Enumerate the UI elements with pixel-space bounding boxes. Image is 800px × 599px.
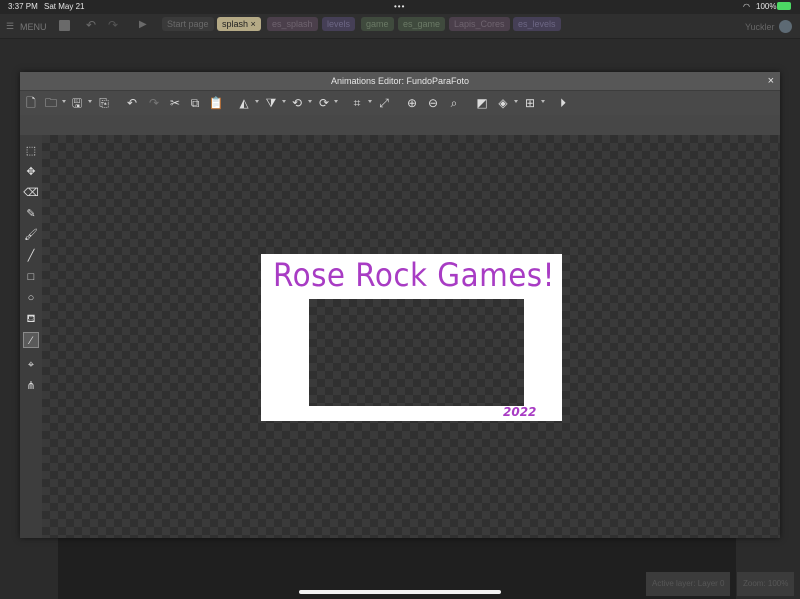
- rotate-left-menu-chevron-down-icon[interactable]: [308, 100, 312, 103]
- menu-button[interactable]: MENU: [20, 22, 47, 32]
- redo-icon[interactable]: ↷: [146, 95, 162, 111]
- battery-percent: 100%: [756, 2, 777, 11]
- paste-icon[interactable]: 📋: [208, 95, 224, 111]
- save-icon[interactable]: 🖫: [69, 95, 85, 111]
- status-date: Sat May 21: [44, 2, 85, 11]
- tab-close-icon[interactable]: ×: [251, 19, 256, 29]
- tab-lapis-cores[interactable]: Lapis_Cores: [449, 17, 510, 31]
- tab-splash[interactable]: splash ×: [217, 17, 261, 31]
- move-icon[interactable]: ✥: [23, 164, 39, 180]
- open-menu-chevron-down-icon[interactable]: [62, 100, 66, 103]
- tab-splash-label: splash: [222, 19, 249, 29]
- grid-icon[interactable]: ⊞: [522, 95, 538, 111]
- app-top-bar: ☰ MENU ↶ ↷ ▶ Start page splash × es_spla…: [0, 14, 800, 39]
- user-name[interactable]: Yuckler: [745, 22, 775, 32]
- new-file-icon[interactable]: 🗋: [23, 95, 39, 111]
- open-folder-icon[interactable]: 🗀: [43, 95, 59, 111]
- avatar[interactable]: [779, 20, 792, 33]
- zoom-status: Zoom: 100%: [737, 572, 795, 596]
- close-icon[interactable]: ×: [768, 72, 774, 90]
- resize-icon[interactable]: ⤢: [376, 95, 392, 111]
- flip-menu-chevron-down-icon[interactable]: [255, 100, 259, 103]
- save-menu-chevron-down-icon[interactable]: [88, 100, 92, 103]
- home-indicator: [299, 590, 501, 594]
- zoom-out-icon[interactable]: ⊖: [425, 95, 441, 111]
- menu-icon[interactable]: ☰: [6, 21, 14, 32]
- flip-v-menu-chevron-down-icon[interactable]: [282, 100, 286, 103]
- flip-vertical-icon[interactable]: ⧩: [263, 95, 279, 111]
- flip-horizontal-icon[interactable]: ◭: [236, 95, 252, 111]
- sprite-frame: Rose Rock Games! 2022: [261, 254, 562, 421]
- tab-levels[interactable]: levels: [322, 17, 356, 31]
- wifi-icon: ◠: [743, 2, 750, 11]
- sprite-title-text: Rose Rock Games!: [273, 256, 555, 294]
- status-time: 3:37 PM: [8, 2, 38, 11]
- layers-menu-chevron-down-icon[interactable]: [514, 100, 518, 103]
- points-icon[interactable]: ⋔: [23, 378, 39, 394]
- tab-game[interactable]: game: [361, 17, 394, 31]
- tab-es-game[interactable]: es_game: [398, 17, 446, 31]
- origin-icon[interactable]: ⌖: [23, 357, 39, 373]
- brush-icon[interactable]: 🖌: [23, 227, 39, 243]
- background-color-icon[interactable]: ◩: [474, 95, 490, 111]
- play-animation-icon[interactable]: ⏵: [555, 95, 571, 111]
- copy-icon[interactable]: ⧉: [187, 95, 203, 111]
- save-icon[interactable]: [59, 20, 70, 31]
- line-icon[interactable]: ╱: [23, 248, 39, 264]
- undo-icon[interactable]: ↶: [86, 18, 96, 32]
- editor-title-bar: Animations Editor: FundoParaFoto ×: [20, 72, 780, 90]
- rectangle-icon[interactable]: □: [23, 269, 39, 285]
- pencil-icon[interactable]: ✎: [23, 206, 39, 222]
- editor-title: Animations Editor: FundoParaFoto: [330, 76, 470, 86]
- battery-icon: [777, 2, 791, 10]
- play-icon[interactable]: ▶: [139, 19, 147, 30]
- select-rect-icon[interactable]: ⬚: [23, 143, 39, 159]
- tab-start-page[interactable]: Start page: [162, 17, 214, 31]
- zoom-in-icon[interactable]: ⊕: [404, 95, 420, 111]
- tab-es-splash[interactable]: es_splash: [267, 17, 318, 31]
- tab-es-levels[interactable]: es_levels: [513, 17, 561, 31]
- zoom-reset-icon[interactable]: ⌕: [446, 95, 462, 111]
- active-layer-status: Active layer: Layer 0: [646, 572, 731, 596]
- undo-icon[interactable]: ↶: [124, 95, 140, 111]
- transparent-photo-area: [309, 299, 524, 406]
- rotate-left-icon[interactable]: ⟲: [289, 95, 305, 111]
- cut-icon[interactable]: ✂: [167, 95, 183, 111]
- redo-icon[interactable]: ↷: [108, 18, 118, 32]
- rotate-right-icon[interactable]: ⟳: [316, 95, 332, 111]
- multitask-dots-icon[interactable]: •••: [394, 2, 405, 11]
- eraser-icon[interactable]: ⌫: [23, 185, 39, 201]
- rotate-right-menu-chevron-down-icon[interactable]: [334, 100, 338, 103]
- fill-bucket-icon[interactable]: ⛾: [23, 311, 39, 327]
- editor-toolbar: 🗋 🗀 🖫 ⎘ ↶ ↷ ✂ ⧉ 📋 ◭ ⧩ ⟲ ⟳ ⌗ ⤢ ⊕ ⊖ ⌕ ◩ ◈ …: [20, 91, 780, 115]
- crop-icon[interactable]: ⌗: [349, 95, 365, 111]
- grid-menu-chevron-down-icon[interactable]: [541, 100, 545, 103]
- layers-icon[interactable]: ◈: [495, 95, 511, 111]
- editor-sub-bar: [20, 115, 780, 135]
- tool-palette: ⬚ ✥ ⌫ ✎ 🖌 ╱ □ ○ ⛾ ⁄ ⌖ ⋔: [20, 135, 42, 538]
- color-picker-icon[interactable]: ⁄: [23, 332, 39, 348]
- ios-status-bar: 3:37 PM Sat May 21 ••• ◠ 100%: [0, 0, 800, 14]
- crop-menu-chevron-down-icon[interactable]: [368, 100, 372, 103]
- sprite-year-text: 2022: [503, 405, 537, 419]
- export-icon[interactable]: ⎘: [96, 95, 112, 111]
- ellipse-icon[interactable]: ○: [23, 290, 39, 306]
